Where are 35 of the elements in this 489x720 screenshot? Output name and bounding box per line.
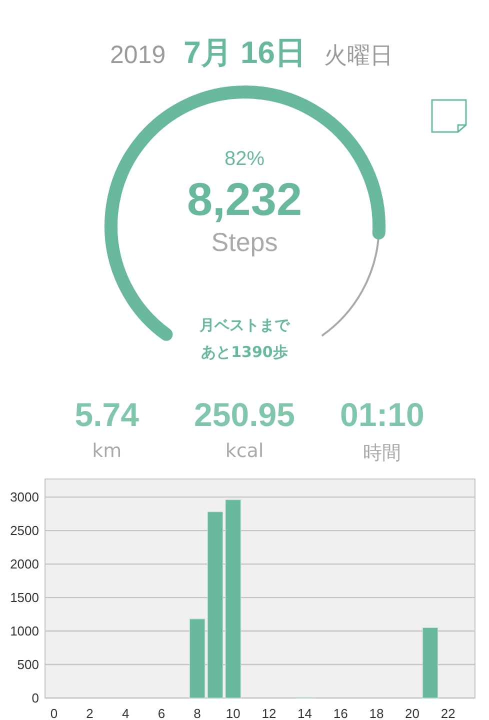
- x-tick-label: 0: [50, 706, 58, 720]
- x-tick-label: 10: [226, 706, 240, 720]
- date-year: 2019: [110, 41, 166, 70]
- stat-value: 250.95: [194, 396, 295, 434]
- y-tick-label: 1500: [10, 590, 39, 606]
- x-tick-label: 6: [158, 706, 166, 720]
- stat-label: 時間: [363, 441, 402, 466]
- x-tick-label: 8: [194, 706, 201, 720]
- x-tick-label: 16: [333, 706, 348, 720]
- y-tick-label: 0: [32, 690, 39, 706]
- y-tick-label: 2500: [10, 523, 39, 538]
- x-tick-label: 22: [440, 706, 456, 720]
- percent-text: 82%: [224, 148, 265, 171]
- x-tick-label: 2: [86, 706, 94, 720]
- stat-label: kcal: [225, 440, 264, 462]
- stat-value: 5.74: [74, 396, 139, 434]
- y-tick-label: 1000: [10, 624, 39, 639]
- x-tick-label: 14: [298, 706, 312, 720]
- date-day: 7月 16日: [184, 32, 306, 74]
- stat-label: km: [92, 440, 122, 462]
- x-tick-label: 20: [405, 706, 420, 720]
- y-tick-label: 500: [17, 657, 39, 672]
- best-note-text: あと1390歩: [201, 342, 288, 363]
- y-tick-label: 2000: [10, 556, 39, 572]
- steps-count: 8,232: [186, 172, 302, 227]
- x-tick-label: 12: [262, 706, 276, 720]
- y-tick-label: 3000: [10, 490, 39, 505]
- note-icon[interactable]: [431, 99, 467, 133]
- x-tick-label: 4: [122, 706, 130, 720]
- stat-value: 01:10: [340, 396, 424, 434]
- date-weekday: 火曜日: [324, 42, 393, 71]
- x-tick-label: 18: [369, 706, 384, 720]
- best-note-text: 月ベストまで: [200, 315, 290, 336]
- steps-label: Steps: [211, 227, 278, 258]
- bar: [422, 627, 438, 698]
